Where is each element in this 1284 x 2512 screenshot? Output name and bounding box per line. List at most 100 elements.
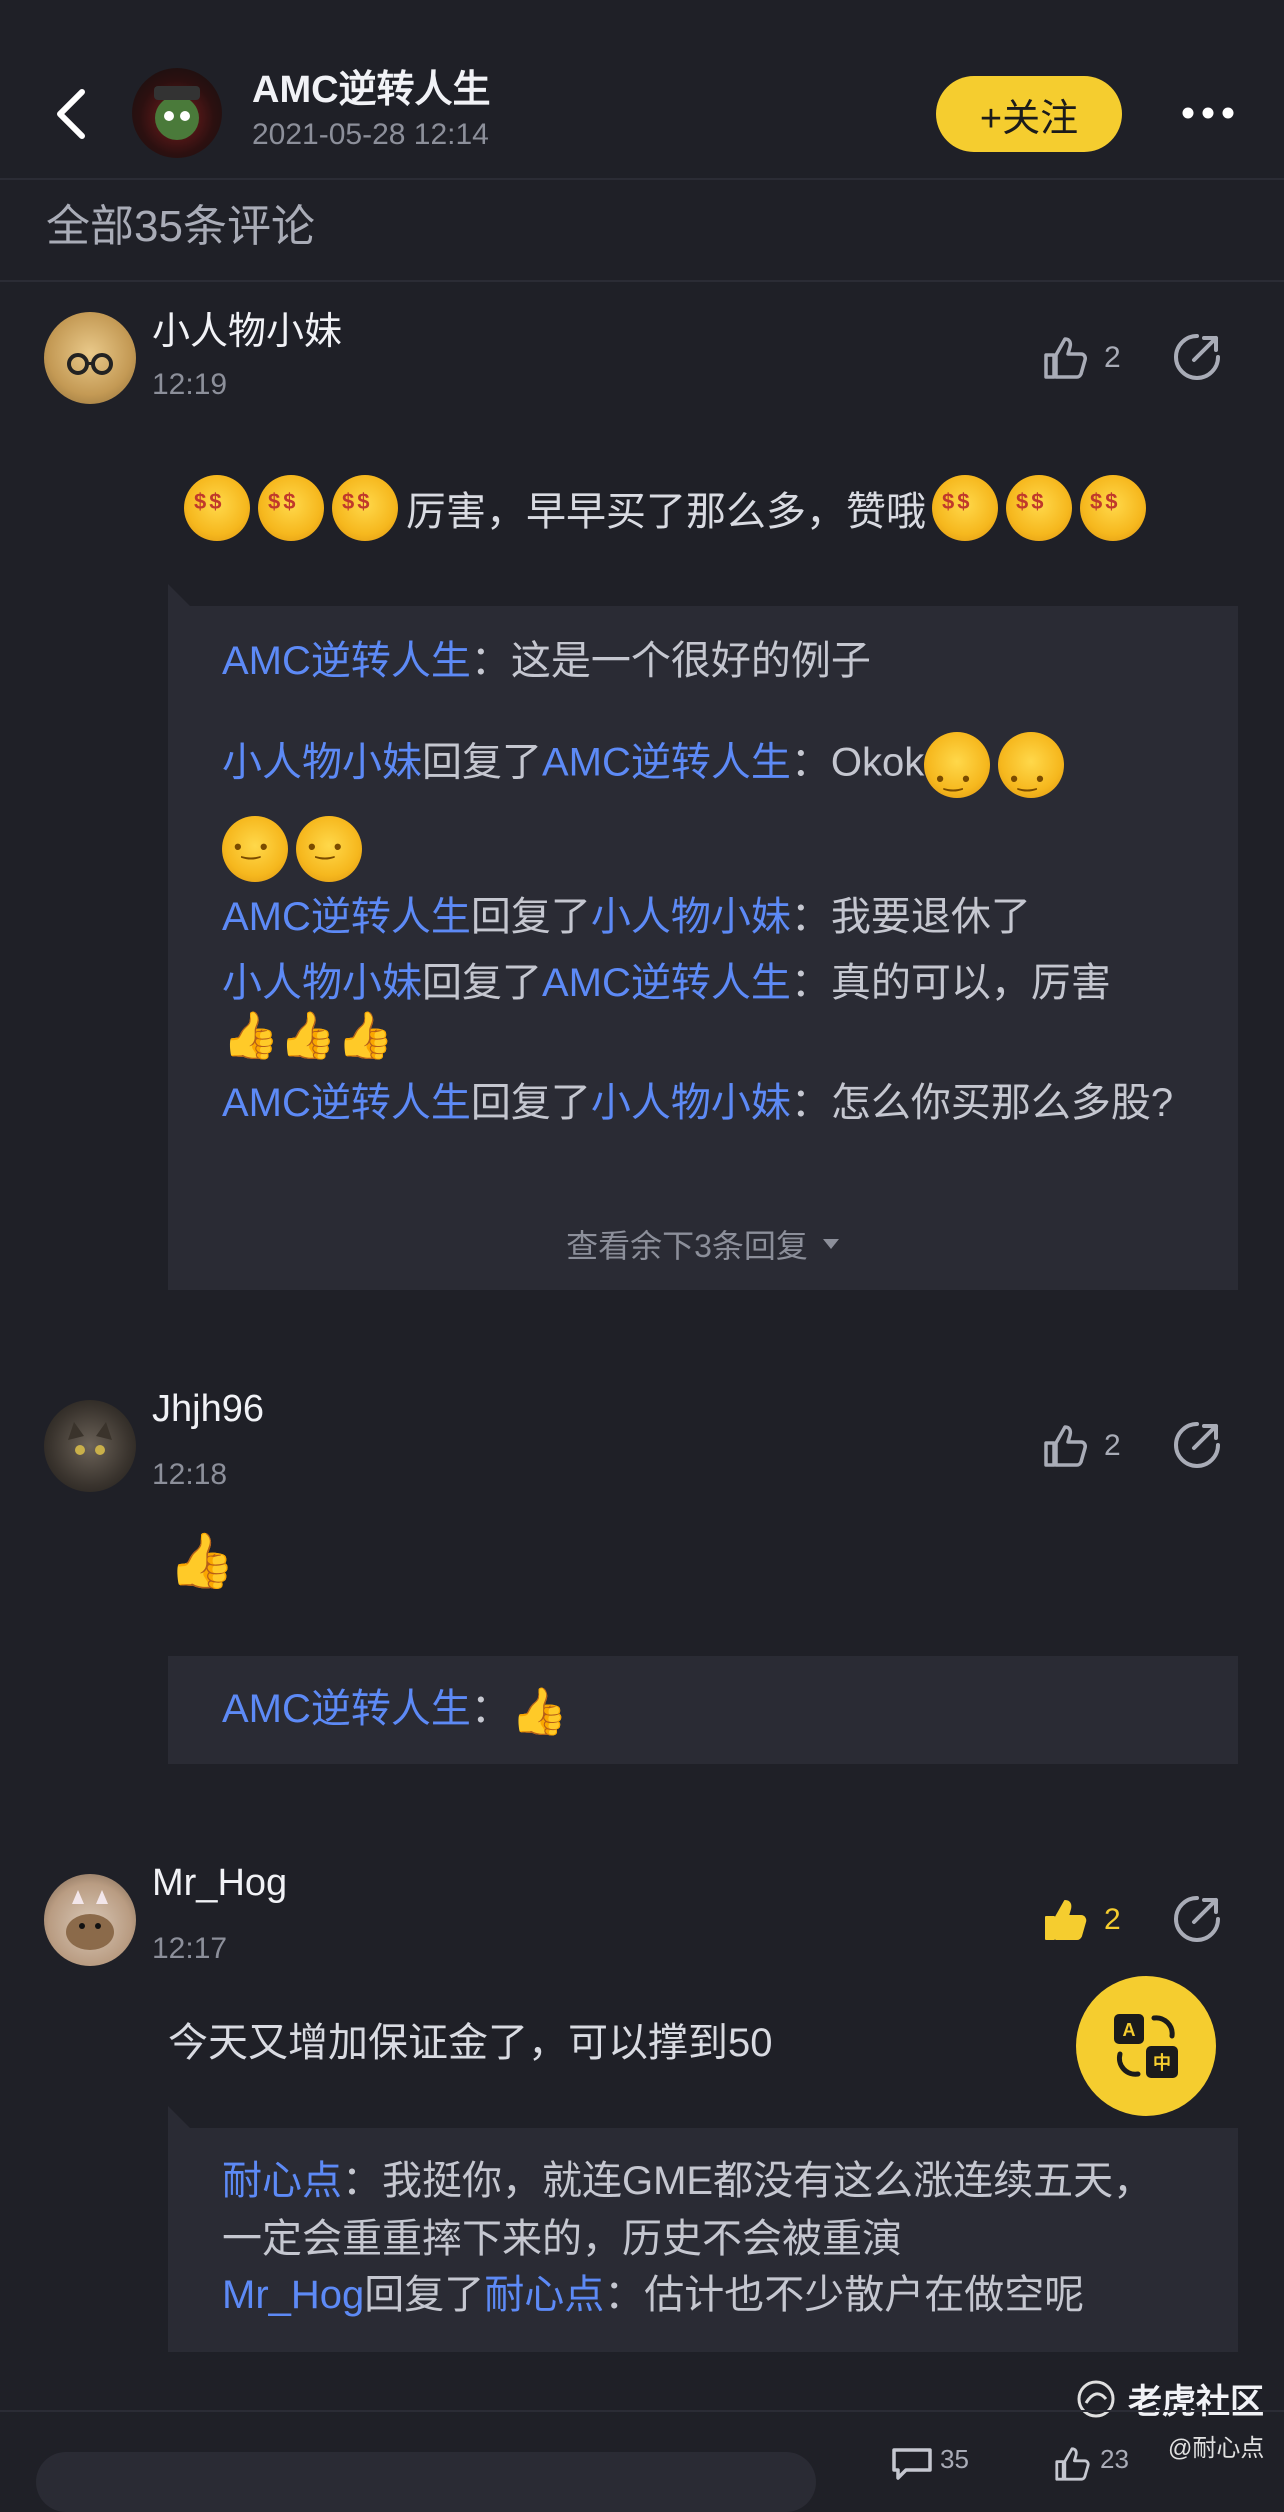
view-more-replies-label: 查看余下3条回复 (566, 1228, 808, 1264)
share-button[interactable] (1170, 330, 1224, 384)
reply-item[interactable]: AMC逆转人生：这是一个很好的例子 (222, 632, 1212, 690)
thumbs-up-emoji: 👍 (510, 1685, 569, 1738)
svg-text:A: A (1123, 2020, 1136, 2040)
money-eyes-emoji (258, 475, 324, 541)
reply-author[interactable]: AMC逆转人生 (222, 1081, 471, 1125)
comment-text: 厉害，早早买了那么多，赞哦 (184, 470, 1154, 546)
thumbs-up-filled-icon (1045, 1900, 1087, 1940)
header-divider (0, 178, 1284, 180)
money-eyes-emoji (932, 475, 998, 541)
money-eyes-emoji (1080, 475, 1146, 541)
bottom-divider (0, 2410, 1284, 2412)
like-button[interactable]: 2 (1040, 1892, 1124, 1948)
reply-item[interactable]: 耐心点：我挺你，就连GME都没有这么涨连续五天，一定会重重摔下来的，历史不会被重… (222, 2152, 1182, 2268)
reply-target[interactable]: AMC逆转人生 (542, 961, 791, 1005)
reply-item[interactable]: Mr_Hog回复了耐心点：估计也不少散户在做空呢 (222, 2266, 1212, 2324)
thumbs-up-emoji: 👍 (222, 1009, 280, 1061)
reply-thread-pointer (168, 584, 190, 606)
translate-icon: A 中 (1114, 2014, 1178, 2078)
reply-item[interactable]: 小人物小妹回复了AMC逆转人生：真的可以，厉害 (222, 954, 1212, 1012)
follow-button[interactable]: +关注 (936, 76, 1122, 152)
reply-item[interactable]: AMC逆转人生回复了小人物小妹：怎么你买那么多股? (222, 1074, 1212, 1132)
bottom-comments-button[interactable]: 35 (890, 2444, 969, 2484)
reply-target[interactable]: AMC逆转人生 (542, 741, 791, 785)
share-arrow-icon (1174, 334, 1220, 380)
money-eyes-emoji (332, 475, 398, 541)
reply-verb: 回复了 (422, 961, 542, 1005)
reply-text: 怎么你买那么多股? (830, 1081, 1174, 1125)
reply-author[interactable]: 小人物小妹 (222, 741, 422, 785)
chevron-left-icon (57, 89, 85, 139)
view-more-replies[interactable]: 查看余下3条回复 (168, 1216, 1238, 1272)
author-name[interactable]: AMC逆转人生 (252, 58, 491, 113)
comment-time: 12:17 (152, 1932, 228, 1965)
shush-emoji (222, 816, 288, 882)
thumbs-up-icon (1044, 1425, 1087, 1467)
reply-author[interactable]: AMC逆转人生 (222, 895, 471, 939)
reply-verb: 回复了 (364, 2273, 485, 2317)
bottom-comments-count: 35 (940, 2444, 969, 2474)
watermark: 老虎社区 (1076, 2374, 1264, 2423)
reply-author[interactable]: AMC逆转人生 (222, 1687, 471, 1731)
reply-verb: 回复了 (422, 740, 542, 785)
caret-down-icon (822, 1239, 839, 1249)
reply-emoji-row (222, 816, 370, 882)
watermark-handle: @耐心点 (1168, 2435, 1265, 2462)
thumbs-up-emoji: 👍 (168, 1531, 236, 1591)
reply-author[interactable]: AMC逆转人生 (222, 639, 471, 683)
share-arrow-icon (1174, 1896, 1220, 1942)
back-button[interactable] (48, 86, 96, 142)
comment-username[interactable]: Mr_Hog (152, 1862, 287, 1905)
count-divider (0, 280, 1284, 282)
share-button[interactable] (1170, 1418, 1224, 1472)
money-eyes-emoji (1006, 475, 1072, 541)
reply-target[interactable]: 小人物小妹 (591, 1081, 791, 1125)
reply-target[interactable]: 耐心点 (484, 2273, 604, 2317)
reply-item[interactable]: 小人物小妹回复了AMC逆转人生：Okok (222, 732, 1212, 808)
like-button[interactable]: 2 (1040, 1418, 1124, 1474)
svg-text:中: 中 (1153, 2052, 1171, 2074)
like-count: 2 (1104, 341, 1121, 374)
comment-text: 今天又增加保证金了，可以撑到50 (168, 2021, 773, 2065)
reply-item[interactable]: AMC逆转人生：👍 (222, 1680, 1212, 1740)
comment-time: 12:19 (152, 368, 228, 401)
watermark-brand: 老虎社区 (1128, 2383, 1264, 2421)
comment-body: 厉害，早早买了那么多，赞哦 (406, 490, 926, 534)
more-options-button[interactable] (1180, 96, 1236, 130)
reply-item[interactable]: AMC逆转人生回复了小人物小妹：我要退休了 (222, 888, 1212, 946)
comments-count-label: 全部35条评论 (46, 202, 315, 251)
thumbs-up-icon (1044, 337, 1087, 379)
reply-author[interactable]: 耐心点 (222, 2159, 342, 2203)
post-time: 2021-05-28 12:14 (252, 118, 489, 151)
more-dots-icon (1182, 107, 1234, 119)
reply-text: 估计也不少散户在做空呢 (644, 2273, 1085, 2317)
share-arrow-icon (1174, 1422, 1220, 1468)
reply-author[interactable]: 小人物小妹 (222, 961, 422, 1005)
reply-text: 这是一个很好的例子 (510, 639, 871, 683)
translate-button[interactable]: A 中 (1076, 1976, 1216, 2116)
comment-username[interactable]: 小人物小妹 (152, 300, 342, 355)
reply-emoji-row: 👍👍👍 (222, 1008, 394, 1063)
shush-emoji (998, 732, 1065, 808)
reply-text: 我挺你，就连GME都没有这么涨连续五天，一定会重重摔下来的，历史不会被重演 (222, 2159, 1154, 2261)
like-button[interactable]: 2 (1040, 330, 1124, 386)
comment-avatar[interactable] (44, 1400, 136, 1492)
reply-target[interactable]: 小人物小妹 (591, 895, 791, 939)
thumbs-up-emoji: 👍 (279, 1009, 337, 1061)
comment-avatar[interactable] (44, 312, 136, 404)
bottom-like-button[interactable]: 23 (1050, 2444, 1129, 2484)
reply-text: 我要退休了 (830, 895, 1031, 939)
reply-verb: 回复了 (470, 895, 591, 939)
comment-input-bar[interactable] (36, 2452, 816, 2512)
reply-author[interactable]: Mr_Hog (222, 2273, 364, 2317)
author-avatar[interactable] (132, 68, 222, 158)
reply-thread-pointer (168, 2106, 190, 2128)
share-button[interactable] (1170, 1892, 1224, 1946)
comment-username[interactable]: Jhjh96 (152, 1388, 264, 1431)
laughing-emoji (924, 732, 991, 808)
reply-text: Okok (830, 740, 925, 785)
reply-text: 真的可以，厉害 (830, 961, 1111, 1005)
comment-avatar[interactable] (44, 1874, 136, 1966)
reply-verb: 回复了 (470, 1081, 591, 1125)
like-count: 2 (1104, 1903, 1121, 1936)
